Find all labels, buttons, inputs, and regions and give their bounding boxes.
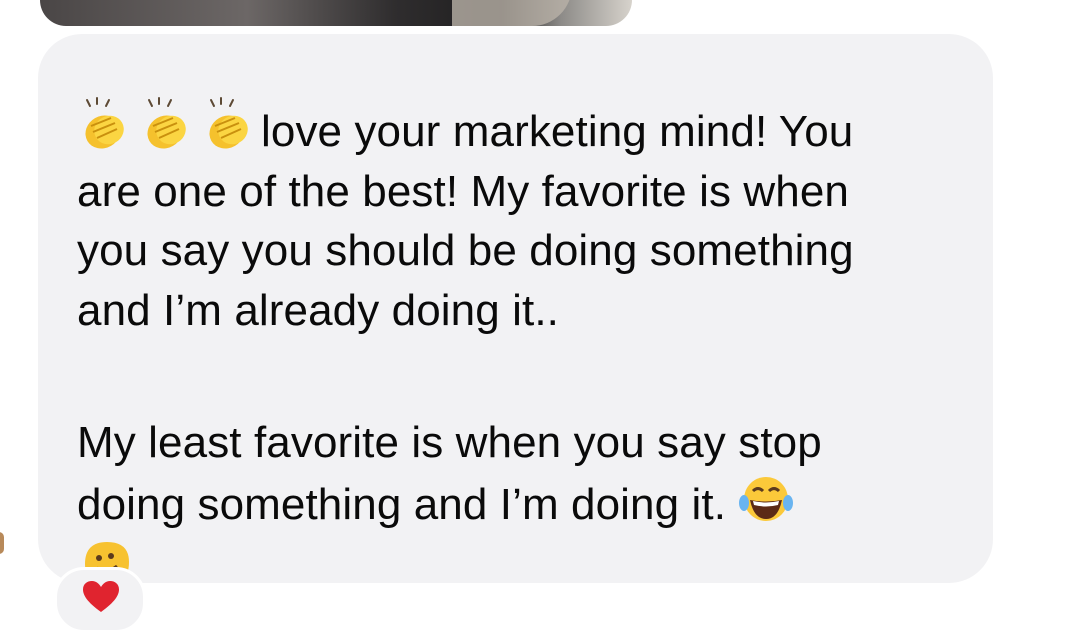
message-line-7: [77, 534, 953, 602]
clap-emojis: [77, 96, 257, 154]
message-line-5: My least favorite is when you say stop: [77, 418, 822, 467]
message-line-6: doing something and I’m doing it.: [77, 473, 953, 535]
message-line-6-text: doing something and I’m doing it.: [77, 479, 727, 529]
message-line-3: you say you should be doing something: [77, 226, 854, 275]
sender-avatar[interactable]: [0, 532, 4, 554]
message-line-1-text: love your marketing mind! You: [261, 107, 854, 156]
media-content: [452, 0, 572, 26]
previous-media-attachment[interactable]: [40, 0, 632, 26]
tears-of-joy-emoji: [739, 476, 794, 521]
paragraph-break: [77, 340, 953, 413]
reaction-badge[interactable]: [54, 567, 146, 633]
clapping-hands-emoji: [85, 97, 124, 149]
message-line-1: love your marketing mind! You: [77, 96, 953, 162]
message-line-4: and I’m already doing it..: [77, 285, 559, 335]
red-heart-icon: [83, 581, 119, 612]
message-text: love your marketing mind! You are one of…: [77, 96, 953, 602]
clapping-hands-emoji: [147, 97, 186, 149]
message-line-2: are one of the best! My favorite is when: [77, 166, 849, 216]
clapping-hands-emoji: [209, 97, 248, 149]
message-bubble[interactable]: love your marketing mind! You are one of…: [38, 34, 993, 588]
